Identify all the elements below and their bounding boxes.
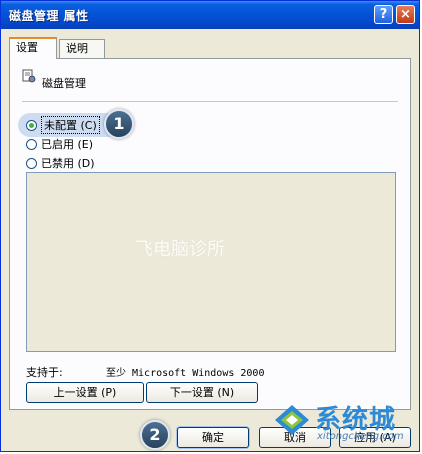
brand-watermark: 系统城 xitongcheng.com: [273, 397, 419, 443]
supported-label: 支持于:: [26, 366, 63, 379]
radio-button[interactable]: [26, 157, 37, 169]
radio-button[interactable]: [26, 119, 37, 131]
window-title: 磁盘管理 属性: [9, 9, 89, 23]
brand-url: xitongcheng.com: [317, 431, 404, 442]
radio-label: 未配置 (C): [41, 116, 100, 134]
tab-explain[interactable]: 说明: [59, 39, 105, 58]
supported-value: 至少 Microsoft Windows 2000: [106, 368, 265, 379]
previous-setting-button[interactable]: 上一设置 (P): [26, 382, 144, 403]
radio-enabled[interactable]: 已启用 (E): [26, 136, 93, 152]
policy-icon: [22, 69, 36, 83]
radio-label: 已禁用 (D): [41, 157, 95, 170]
step-1-badge: 1: [104, 109, 134, 139]
radio-label: 已启用 (E): [41, 138, 94, 151]
ok-button[interactable]: 确定: [177, 427, 249, 448]
brand-logo-icon: [275, 405, 309, 435]
comment-box[interactable]: 飞电脑诊所: [26, 172, 396, 352]
radio-disabled[interactable]: 已禁用 (D): [26, 155, 95, 171]
settings-panel: 磁盘管理 未配置 (C) 已启用 (E) 已禁用 (D) 飞电脑诊所 支持于: …: [9, 58, 411, 410]
radio-not-configured[interactable]: 未配置 (C): [26, 116, 100, 134]
divider: [22, 101, 398, 102]
help-button[interactable]: ?: [374, 5, 393, 24]
step-2-badge: 2: [140, 420, 170, 450]
policy-name: 磁盘管理: [42, 77, 86, 90]
properties-dialog: 磁盘管理 属性 ? × 设置 说明 磁盘管理 未配置 (C) 已启用 (E) 已…: [0, 0, 420, 452]
tab-settings[interactable]: 设置: [9, 37, 57, 59]
close-button[interactable]: ×: [396, 5, 415, 24]
next-setting-button[interactable]: 下一设置 (N): [146, 382, 258, 403]
radio-button[interactable]: [26, 138, 37, 150]
title-bar[interactable]: 磁盘管理 属性 ? ×: [1, 1, 419, 29]
watermark-text: 飞电脑诊所: [135, 239, 225, 260]
